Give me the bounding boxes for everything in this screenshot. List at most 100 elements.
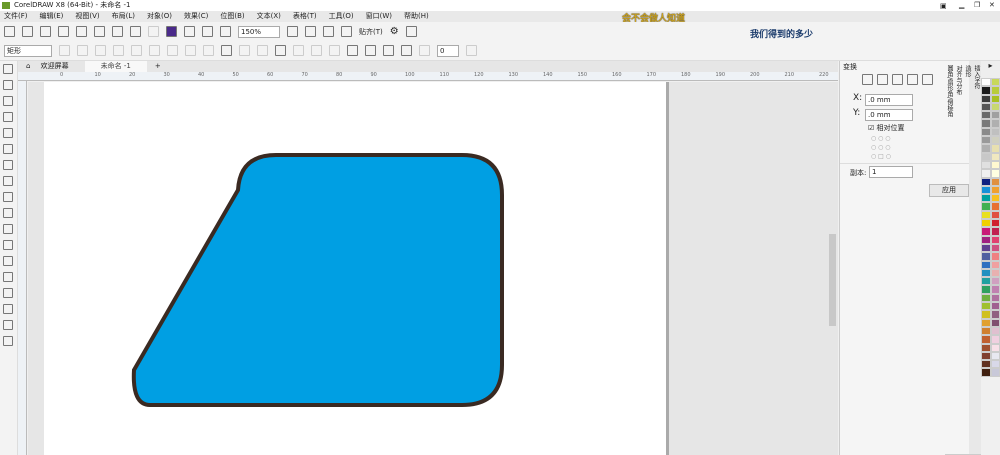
color-swatch[interactable] <box>981 202 991 211</box>
color-swatch[interactable] <box>981 302 991 311</box>
reduce-nodes-icon[interactable] <box>419 45 430 56</box>
color-swatch[interactable] <box>990 185 1000 195</box>
stretch-icon[interactable] <box>293 45 304 56</box>
polygon-tool-icon[interactable] <box>3 192 13 202</box>
tab-untitled-1[interactable]: 未命名 -1 <box>84 61 147 72</box>
horizontal-ruler[interactable]: 0 10 20 30 40 50 60 70 80 90 100 110 120 130 140 150 160… <box>18 72 863 81</box>
color-swatch[interactable] <box>990 78 1000 87</box>
color-swatch[interactable] <box>990 210 1000 220</box>
color-swatch[interactable] <box>981 86 991 95</box>
color-swatch[interactable] <box>990 360 1000 369</box>
snap-dropdown[interactable]: 贴齐(T) <box>359 27 383 37</box>
color-swatch[interactable] <box>981 160 991 170</box>
color-swatch[interactable] <box>990 102 1000 112</box>
color-swatch[interactable] <box>981 169 991 178</box>
color-swatch[interactable] <box>981 136 991 145</box>
new-tab-button[interactable]: + <box>147 61 169 72</box>
color-swatch[interactable] <box>990 260 1000 269</box>
color-swatch[interactable] <box>990 136 1000 145</box>
align-nodes-icon[interactable] <box>329 45 340 56</box>
color-swatch[interactable] <box>990 177 1000 186</box>
color-swatch[interactable] <box>990 326 1000 336</box>
color-swatch[interactable] <box>981 335 991 344</box>
docker-tab-align-distribute[interactable]: 对齐与分布 <box>954 61 963 455</box>
close-curve-icon[interactable] <box>275 45 286 56</box>
open-icon[interactable] <box>22 26 33 37</box>
smart-fill-icon[interactable] <box>3 320 13 330</box>
color-swatch[interactable] <box>981 111 991 120</box>
color-swatch[interactable] <box>990 335 1000 344</box>
color-swatch[interactable] <box>981 78 991 87</box>
color-swatch[interactable] <box>981 210 991 220</box>
relative-position-checkbox[interactable]: ☑ 相对位置 <box>868 123 905 133</box>
color-swatch[interactable] <box>981 243 991 253</box>
undo-icon[interactable] <box>130 26 141 37</box>
application-launcher-icon[interactable] <box>405 26 417 37</box>
menu-help[interactable]: 帮助(H) <box>404 11 429 22</box>
transparency-icon[interactable] <box>3 272 13 282</box>
docker-tab-fillet[interactable]: 圆角/扇形角/倒棱角 <box>945 61 954 455</box>
scale-mirror-icon[interactable] <box>892 74 903 85</box>
color-swatch[interactable] <box>990 318 1000 327</box>
skew-icon[interactable] <box>922 74 933 85</box>
color-swatch[interactable] <box>990 119 1000 128</box>
color-swatch[interactable] <box>981 152 991 161</box>
symmetric-icon[interactable] <box>203 45 214 56</box>
zoom-level-input[interactable]: 150% <box>238 25 280 38</box>
grid-icon[interactable] <box>323 26 334 37</box>
menu-object[interactable]: 对象(O) <box>147 11 172 22</box>
color-swatch[interactable] <box>981 360 991 369</box>
copy-icon[interactable] <box>94 26 105 37</box>
print-icon[interactable] <box>58 26 69 37</box>
color-swatch[interactable] <box>990 277 1000 286</box>
break-icon[interactable] <box>113 45 124 56</box>
menu-text[interactable]: 文本(X) <box>257 11 281 22</box>
parallel-dimension-icon[interactable] <box>3 224 13 234</box>
docker-tab-insert-character[interactable]: 插入字符 <box>972 61 981 455</box>
color-swatch[interactable] <box>990 152 1000 161</box>
color-swatch[interactable] <box>990 86 1000 95</box>
extract-subpath-icon[interactable] <box>257 45 268 56</box>
node-icon[interactable] <box>59 45 70 56</box>
menu-window[interactable]: 窗口(W) <box>366 11 392 22</box>
color-swatch[interactable] <box>981 185 991 195</box>
text-tool-icon[interactable] <box>3 208 13 218</box>
color-swatch[interactable] <box>990 243 1000 253</box>
color-swatch[interactable] <box>990 227 1000 236</box>
select-all-nodes-icon[interactable] <box>401 45 412 56</box>
to-curve-icon[interactable] <box>149 45 160 56</box>
color-swatch[interactable] <box>981 227 991 236</box>
reflect-horizontal-icon[interactable] <box>347 45 358 56</box>
color-swatch[interactable] <box>981 310 991 319</box>
color-swatch[interactable] <box>990 351 1000 361</box>
menu-table[interactable]: 表格(T) <box>293 11 317 22</box>
color-swatch[interactable] <box>990 127 1000 137</box>
color-swatch[interactable] <box>990 285 1000 294</box>
menu-view[interactable]: 视图(V) <box>75 11 99 22</box>
color-swatch[interactable] <box>990 219 1000 228</box>
artistic-media-icon[interactable] <box>3 144 13 154</box>
elastic-mode-icon[interactable] <box>383 45 394 56</box>
color-swatch[interactable] <box>981 127 991 137</box>
color-swatch[interactable] <box>990 111 1000 120</box>
new-document-icon[interactable] <box>4 26 15 37</box>
color-swatch[interactable] <box>981 277 991 286</box>
search-content-icon[interactable] <box>166 26 177 37</box>
reverse-direction-icon[interactable] <box>221 45 232 56</box>
color-swatch[interactable] <box>990 343 1000 352</box>
color-swatch[interactable] <box>990 169 1000 178</box>
color-swatch[interactable] <box>990 368 1000 377</box>
rulers-icon[interactable] <box>305 26 316 37</box>
menu-layout[interactable]: 布局(L) <box>112 11 135 22</box>
eyedropper-icon[interactable] <box>3 288 13 298</box>
full-screen-icon[interactable] <box>287 26 298 37</box>
save-icon[interactable] <box>40 26 51 37</box>
guidelines-icon[interactable] <box>341 26 352 37</box>
color-swatch[interactable] <box>990 144 1000 153</box>
redo-icon[interactable] <box>148 26 159 37</box>
palette-scroll-icon[interactable]: ▸ <box>981 61 1000 78</box>
color-swatch[interactable] <box>981 260 991 269</box>
options-gear-icon[interactable]: ⚙ <box>390 26 399 37</box>
color-swatch[interactable] <box>990 310 1000 319</box>
freehand-tool-icon[interactable] <box>3 128 13 138</box>
